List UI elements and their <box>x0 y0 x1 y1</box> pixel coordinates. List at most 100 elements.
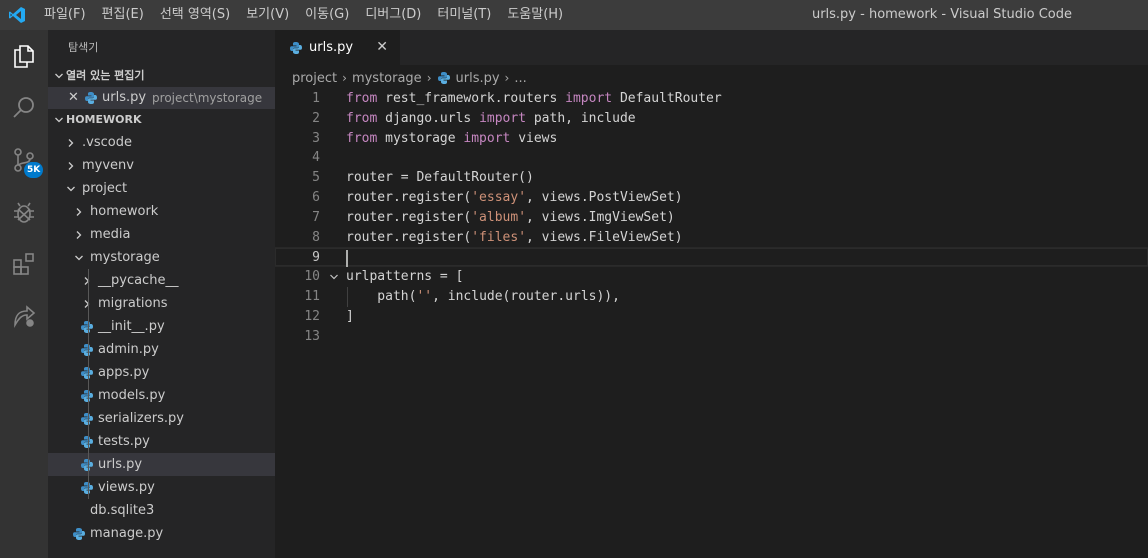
tree-item-label: apps.py <box>98 365 150 380</box>
breadcrumb-item[interactable]: mystorage <box>352 71 422 86</box>
tree-folder[interactable]: homework <box>48 200 275 223</box>
string-token: '' <box>416 289 433 304</box>
menu-item[interactable]: 선택 영역(S) <box>152 0 238 30</box>
tree-file[interactable]: db.sqlite3 <box>48 499 275 522</box>
python-file-icon <box>80 339 94 361</box>
tree-file[interactable]: admin.py <box>48 338 275 361</box>
tree-file[interactable]: manage.py <box>48 522 275 545</box>
tree-item-label: urls.py <box>98 457 143 472</box>
file-tree: .vscode myvenv project homework media mystora… <box>48 131 275 545</box>
tree-item-label: __pycache__ <box>98 273 179 288</box>
remote-share-icon[interactable] <box>0 292 48 340</box>
close-icon[interactable]: ✕ <box>68 87 84 109</box>
breadcrumb-file[interactable]: urls.py <box>437 71 500 86</box>
code-text: router.register('files', views.FileViewS… <box>346 228 683 248</box>
keyword-token: import <box>565 91 613 106</box>
chevron-right-icon <box>72 201 86 223</box>
indent-guide <box>88 476 89 499</box>
code-line: 5 router = DefaultRouter() <box>275 168 1148 188</box>
code-token: DefaultRouter <box>612 91 722 106</box>
tree-item-label: serializers.py <box>98 411 184 426</box>
tree-folder[interactable]: project <box>48 177 275 200</box>
indent-guide <box>88 292 89 315</box>
explorer-sidebar: 탐색기 열려 있는 편집기 ✕ urls.py project\mystorag… <box>48 30 275 558</box>
breadcrumb-item[interactable]: project <box>292 71 337 86</box>
tree-item-label: __init__.py <box>98 319 165 334</box>
chevron-right-icon <box>80 270 94 292</box>
tab-close-icon[interactable]: ✕ <box>376 30 388 65</box>
menu-item[interactable]: 보기(V) <box>238 0 297 30</box>
code-line: 6 router.register('essay', views.PostView… <box>275 188 1148 208</box>
line-number: 3 <box>312 130 320 146</box>
code-token: django.urls <box>377 110 480 126</box>
chevron-right-icon: › <box>504 71 510 85</box>
window-title: urls.py - homework - Visual Studio Code <box>811 7 1072 22</box>
open-editor-path: project\mystorage <box>152 91 263 105</box>
python-file-icon <box>80 362 94 384</box>
python-file-icon <box>84 91 98 105</box>
code-line: 7 router.register('album', views.ImgViewS… <box>275 208 1148 228</box>
line-number: 11 <box>304 289 320 304</box>
code-editor[interactable]: 1 from rest_framework.routers import Defa… <box>275 89 1148 558</box>
code-token: urlpatterns = [ <box>346 269 464 285</box>
indent-guide <box>88 430 89 453</box>
chevron-right-icon <box>64 132 78 154</box>
tree-folder[interactable]: __pycache__ <box>48 269 275 292</box>
indent-guide <box>88 453 89 476</box>
tree-folder[interactable]: mystorage <box>48 246 275 269</box>
string-token: 'essay' <box>471 190 527 205</box>
tree-folder[interactable]: media <box>48 223 275 246</box>
code-line: 8 router.register('files', views.FileView… <box>275 228 1148 248</box>
menu-item[interactable]: 이동(G) <box>297 0 357 30</box>
tree-item-label: views.py <box>98 480 155 495</box>
code-token: , include(router.urls)), <box>432 289 620 304</box>
tree-folder[interactable]: migrations <box>48 292 275 315</box>
tree-file[interactable]: apps.py <box>48 361 275 384</box>
menu-item[interactable]: 파일(F) <box>36 0 94 30</box>
code-token: path( <box>346 289 417 304</box>
debug-icon[interactable] <box>0 188 48 236</box>
tree-folder[interactable]: myvenv <box>48 154 275 177</box>
menu-item[interactable]: 편집(E) <box>94 0 152 30</box>
search-icon[interactable] <box>0 84 48 132</box>
tab-bar: urls.py ✕ <box>275 30 1148 65</box>
code-token: mystorage <box>377 130 464 146</box>
code-token: router = DefaultRouter() <box>346 170 534 186</box>
scm-badge: 5K <box>24 162 44 178</box>
tree-item-label: manage.py <box>90 526 164 541</box>
tree-file[interactable]: serializers.py <box>48 407 275 430</box>
menu-item[interactable]: 도움말(H) <box>499 0 571 30</box>
tree-item-label: project <box>82 181 128 196</box>
line-number: 13 <box>304 328 320 344</box>
tree-file[interactable]: tests.py <box>48 430 275 453</box>
line-number: 5 <box>312 170 320 186</box>
explorer-icon[interactable] <box>0 32 48 80</box>
tab-urls-py[interactable]: urls.py ✕ <box>275 30 400 65</box>
breadcrumb-more[interactable]: ... <box>514 71 526 86</box>
source-control-icon[interactable]: 5K <box>0 136 48 184</box>
code-text: path('', include(router.urls)), <box>346 287 620 307</box>
keyword-token: import <box>463 130 511 146</box>
indent-guide <box>88 269 89 292</box>
open-editor-item[interactable]: ✕ urls.py project\mystorage <box>48 87 275 109</box>
indent-guide <box>88 315 89 338</box>
tree-file[interactable]: models.py <box>48 384 275 407</box>
tree-folder[interactable]: .vscode <box>48 131 275 154</box>
open-editors-header[interactable]: 열려 있는 편집기 <box>48 65 275 87</box>
tree-file[interactable]: urls.py <box>48 453 275 476</box>
tree-file[interactable]: __init__.py <box>48 315 275 338</box>
code-text: router.register('essay', views.PostViewS… <box>346 188 683 208</box>
chevron-down-icon <box>64 178 78 200</box>
code-line: 10 urlpatterns = [ <box>275 267 1148 287</box>
chevron-right-icon <box>80 293 94 315</box>
menu-item[interactable]: 디버그(D) <box>357 0 429 30</box>
menu-item[interactable]: 터미널(T) <box>429 0 499 30</box>
tree-file[interactable]: views.py <box>48 476 275 499</box>
tree-item-label: mystorage <box>90 250 160 265</box>
workspace-header[interactable]: HOMEWORK <box>48 109 275 131</box>
indent-guide <box>88 407 89 430</box>
extensions-icon[interactable] <box>0 240 48 288</box>
fold-chevron-icon[interactable] <box>327 267 341 287</box>
python-file-icon <box>80 454 94 476</box>
code-token: rest_framework.routers <box>377 91 566 106</box>
